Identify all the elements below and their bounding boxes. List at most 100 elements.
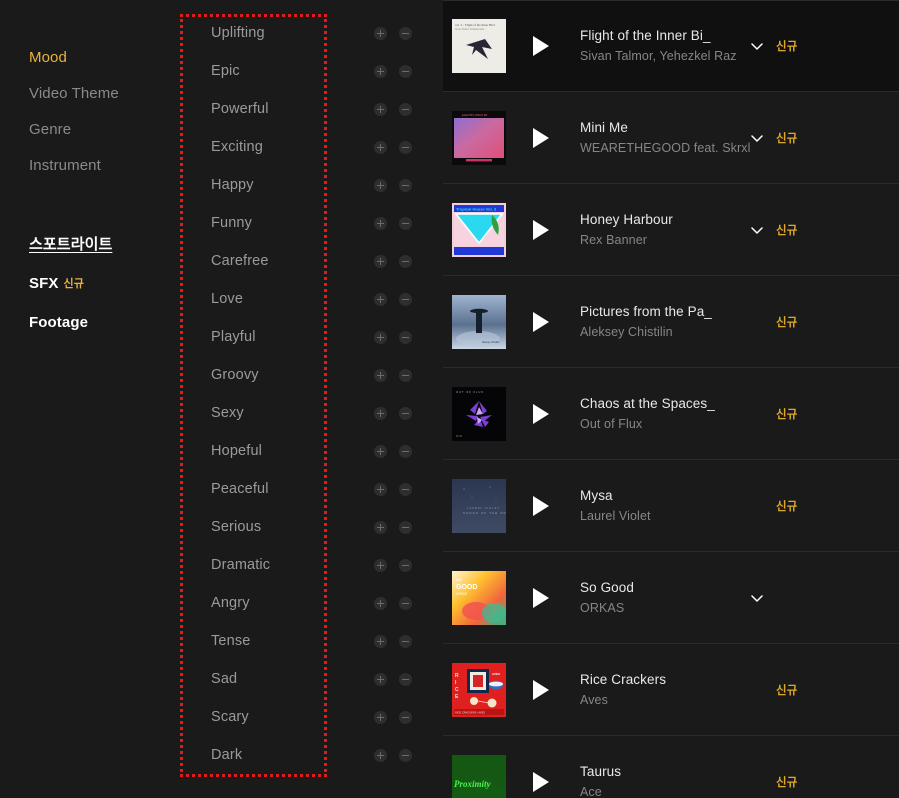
nav-category-video-theme[interactable]: Video Theme bbox=[29, 85, 119, 103]
plus-circle-icon[interactable] bbox=[374, 330, 387, 344]
mood-item[interactable]: Scary bbox=[180, 698, 443, 736]
mood-item[interactable]: Playful bbox=[180, 318, 443, 356]
minus-circle-icon[interactable] bbox=[399, 482, 412, 496]
track-artist[interactable]: WEARETHEGOOD feat. Skrxlla bbox=[580, 139, 750, 157]
mood-item[interactable]: Groovy bbox=[180, 356, 443, 394]
track-row[interactable]: Proximity Taurus Ace 신규 bbox=[443, 736, 899, 798]
play-icon[interactable] bbox=[530, 219, 552, 241]
mood-item[interactable]: Uplifting bbox=[180, 14, 443, 52]
minus-circle-icon[interactable] bbox=[399, 64, 412, 78]
track-title[interactable]: Chaos at the Spaces_ bbox=[580, 395, 750, 413]
minus-circle-icon[interactable] bbox=[399, 558, 412, 572]
track-title[interactable]: Flight of the Inner Bi_ bbox=[580, 27, 750, 45]
plus-circle-icon[interactable] bbox=[374, 26, 387, 40]
minus-circle-icon[interactable] bbox=[399, 596, 412, 610]
plus-circle-icon[interactable] bbox=[374, 710, 387, 724]
track-row[interactable]: OUT OF FLUX FLUX Chaos at the Spaces_ Out o… bbox=[443, 368, 899, 460]
nav-category-genre[interactable]: Genre bbox=[29, 121, 71, 139]
minus-circle-icon[interactable] bbox=[399, 710, 412, 724]
play-icon[interactable] bbox=[530, 127, 552, 149]
plus-circle-icon[interactable] bbox=[374, 406, 387, 420]
mood-item[interactable]: Carefree bbox=[180, 242, 443, 280]
plus-circle-icon[interactable] bbox=[374, 368, 387, 382]
chevron-down-icon[interactable] bbox=[748, 37, 766, 55]
mood-item[interactable]: Angry bbox=[180, 584, 443, 622]
mood-item[interactable]: Love bbox=[180, 280, 443, 318]
play-icon[interactable] bbox=[530, 403, 552, 425]
mood-item[interactable]: Sexy bbox=[180, 394, 443, 432]
minus-circle-icon[interactable] bbox=[399, 254, 412, 268]
plus-circle-icon[interactable] bbox=[374, 178, 387, 192]
play-icon[interactable] bbox=[530, 771, 552, 793]
minus-circle-icon[interactable] bbox=[399, 292, 412, 306]
mood-item[interactable]: Hopeful bbox=[180, 432, 443, 470]
plus-circle-icon[interactable] bbox=[374, 672, 387, 686]
plus-circle-icon[interactable] bbox=[374, 748, 387, 762]
plus-circle-icon[interactable] bbox=[374, 520, 387, 534]
track-list[interactable]: vol. 3 - Flight of the Inner Bird Sivan T… bbox=[443, 0, 899, 798]
plus-circle-icon[interactable] bbox=[374, 216, 387, 230]
mood-item[interactable]: Sad bbox=[180, 660, 443, 698]
track-artist[interactable]: Laurel Violet bbox=[580, 507, 750, 525]
nav-section-spotlight[interactable]: 스포트라이트 bbox=[29, 236, 112, 254]
plus-circle-icon[interactable] bbox=[374, 596, 387, 610]
track-row[interactable]: SO GOOD ORKAS So Good ORKAS bbox=[443, 552, 899, 644]
chevron-down-icon[interactable] bbox=[748, 129, 766, 147]
mood-item[interactable]: Exciting bbox=[180, 128, 443, 166]
track-title[interactable]: Pictures from the Pa_ bbox=[580, 303, 750, 321]
mood-item[interactable]: Serious bbox=[180, 508, 443, 546]
plus-circle-icon[interactable] bbox=[374, 444, 387, 458]
plus-circle-icon[interactable] bbox=[374, 102, 387, 116]
track-row[interactable]: ELECTRO DISCO EP Mini Me WEARETHEGOOD feat… bbox=[443, 92, 899, 184]
track-title[interactable]: So Good bbox=[580, 579, 750, 597]
plus-circle-icon[interactable] bbox=[374, 482, 387, 496]
minus-circle-icon[interactable] bbox=[399, 178, 412, 192]
play-icon[interactable] bbox=[530, 587, 552, 609]
play-icon[interactable] bbox=[530, 495, 552, 517]
track-artist[interactable]: Sivan Talmor, Yehezkel Raz bbox=[580, 47, 750, 65]
mood-item[interactable]: Epic bbox=[180, 52, 443, 90]
plus-circle-icon[interactable] bbox=[374, 634, 387, 648]
mood-item[interactable]: Dramatic bbox=[180, 546, 443, 584]
track-row[interactable]: vol. 3 - Flight of the Inner Bird Sivan T… bbox=[443, 0, 899, 92]
nav-category-mood[interactable]: Mood bbox=[29, 49, 67, 67]
track-artist[interactable]: Out of Flux bbox=[580, 415, 750, 433]
minus-circle-icon[interactable] bbox=[399, 520, 412, 534]
plus-circle-icon[interactable] bbox=[374, 292, 387, 306]
track-title[interactable]: Taurus bbox=[580, 763, 750, 781]
mood-item[interactable]: Dark bbox=[180, 736, 443, 774]
chevron-down-icon[interactable] bbox=[748, 221, 766, 239]
minus-circle-icon[interactable] bbox=[399, 634, 412, 648]
minus-circle-icon[interactable] bbox=[399, 444, 412, 458]
plus-circle-icon[interactable] bbox=[374, 558, 387, 572]
nav-category-instrument[interactable]: Instrument bbox=[29, 157, 101, 175]
minus-circle-icon[interactable] bbox=[399, 672, 412, 686]
nav-section-sfx[interactable]: SFX 신규 bbox=[29, 275, 84, 293]
play-icon[interactable] bbox=[530, 311, 552, 333]
minus-circle-icon[interactable] bbox=[399, 216, 412, 230]
mood-item[interactable]: Tense bbox=[180, 622, 443, 660]
play-icon[interactable] bbox=[530, 35, 552, 57]
minus-circle-icon[interactable] bbox=[399, 330, 412, 344]
track-artist[interactable]: Rex Banner bbox=[580, 231, 750, 249]
minus-circle-icon[interactable] bbox=[399, 140, 412, 154]
mood-item[interactable]: Funny bbox=[180, 204, 443, 242]
track-title[interactable]: Mysa bbox=[580, 487, 750, 505]
track-row[interactable]: R I C E AVES RICE CRACKERS / AVES Rice Cracker… bbox=[443, 644, 899, 736]
plus-circle-icon[interactable] bbox=[374, 64, 387, 78]
mood-item[interactable]: Peaceful bbox=[180, 470, 443, 508]
play-icon[interactable] bbox=[530, 679, 552, 701]
nav-section-footage[interactable]: Footage bbox=[29, 314, 88, 332]
minus-circle-icon[interactable] bbox=[399, 26, 412, 40]
track-artist[interactable]: Aves bbox=[580, 691, 750, 709]
track-title[interactable]: Mini Me bbox=[580, 119, 750, 137]
chevron-down-icon[interactable] bbox=[748, 589, 766, 607]
minus-circle-icon[interactable] bbox=[399, 748, 412, 762]
minus-circle-icon[interactable] bbox=[399, 368, 412, 382]
mood-item[interactable]: Powerful bbox=[180, 90, 443, 128]
mood-item[interactable]: Happy bbox=[180, 166, 443, 204]
track-row[interactable]: Tropical House Vol. 3 Honey Harbour Rex Ba… bbox=[443, 184, 899, 276]
plus-circle-icon[interactable] bbox=[374, 140, 387, 154]
track-row[interactable]: Aleksey Chistilin Pictures from the Pa_ Al… bbox=[443, 276, 899, 368]
track-artist[interactable]: Ace bbox=[580, 783, 750, 798]
